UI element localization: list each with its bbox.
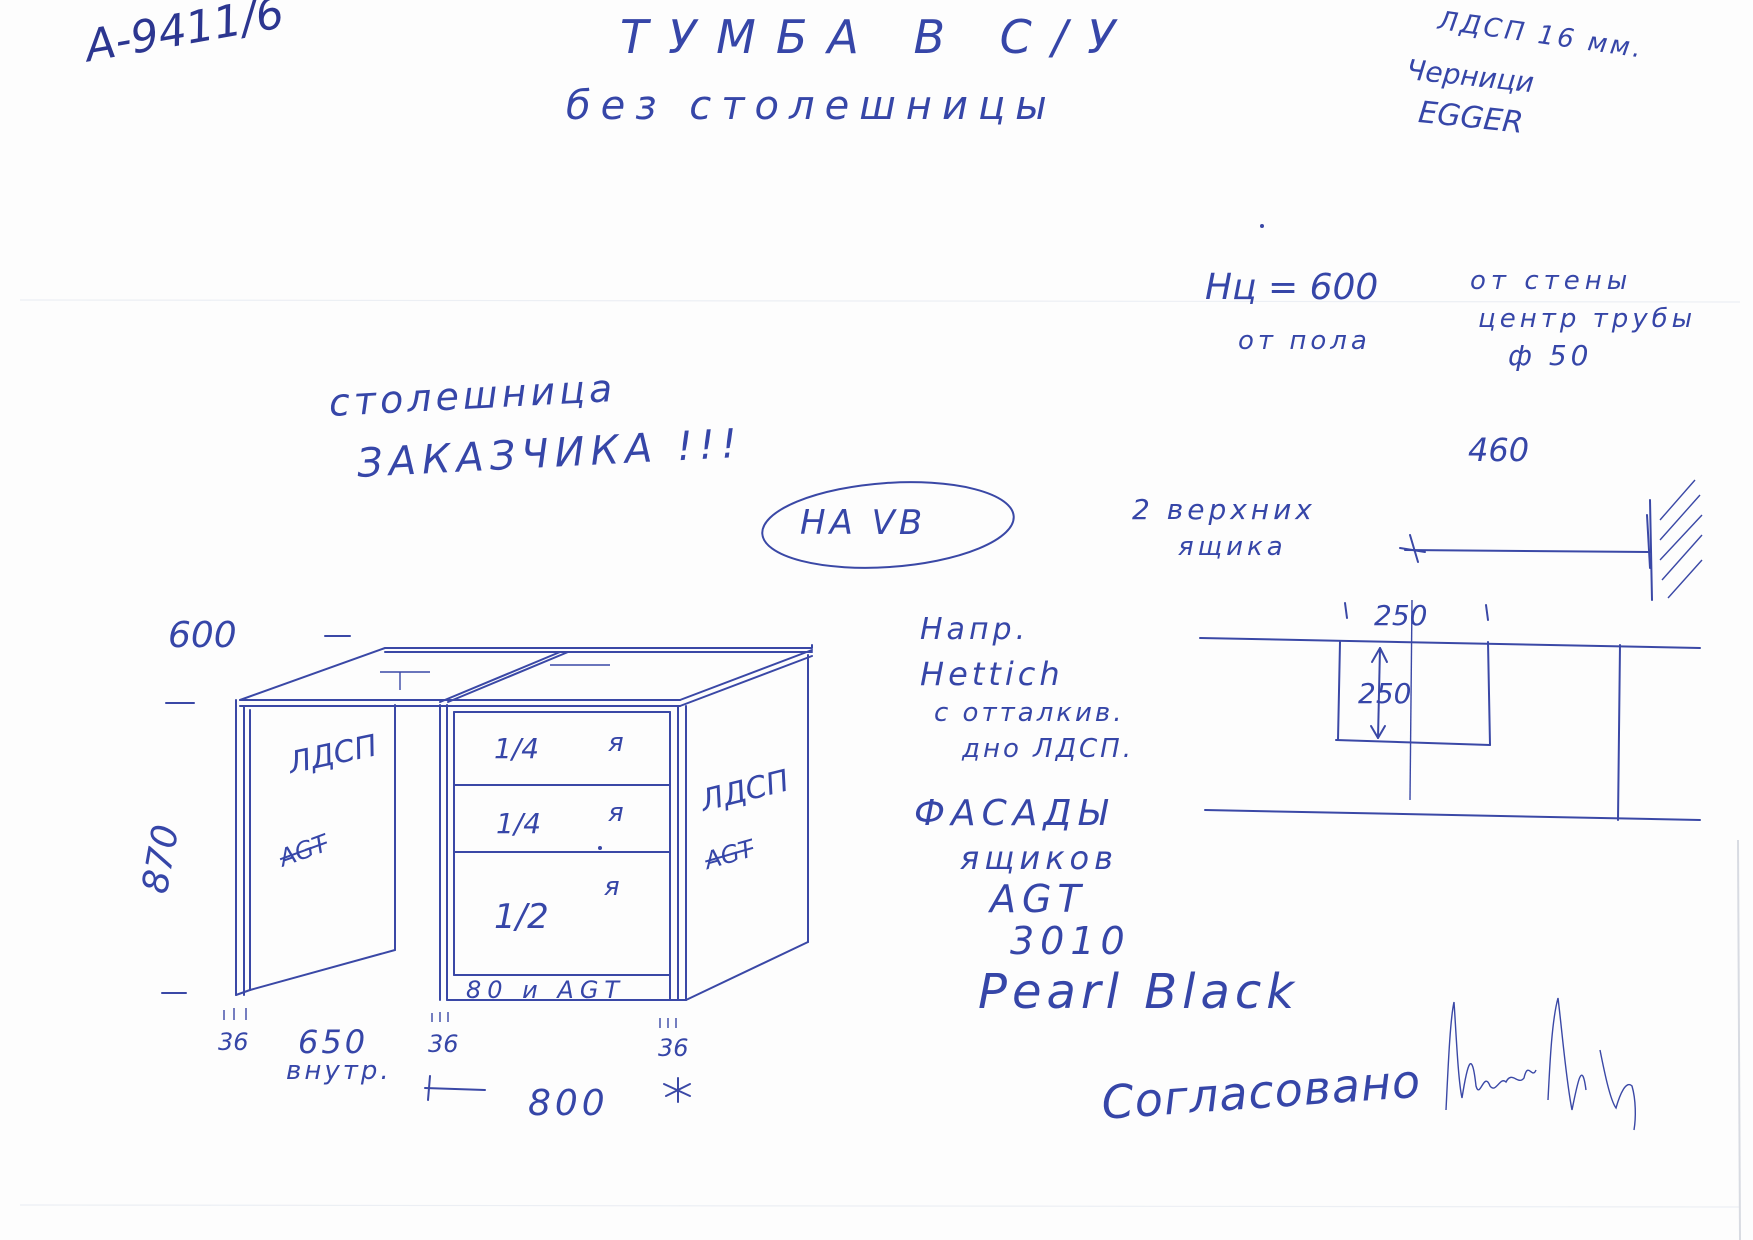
wall-note-line3: ф 50 [1508, 339, 1593, 372]
drawer-1-mark: я [608, 728, 624, 758]
dim-36-mid: 36 [428, 1030, 459, 1058]
plan-sketch [1199, 479, 1703, 821]
sketch-sheet: А-9411/6 ТУМБА В С/У без столешницы ЛДСП… [0, 0, 1753, 1240]
height-note: Нц = 600 [1205, 267, 1379, 308]
wall-note-line1: от стены [1470, 266, 1633, 296]
plinth-label: 80 и AGT [466, 976, 626, 1004]
hettich-note-line2: Hettich [920, 655, 1064, 693]
page-subtitle: без столешницы [566, 83, 1057, 129]
facade-note-line2: ящиков [960, 839, 1118, 877]
dim-250-width: 250 [1374, 599, 1428, 632]
hettich-note-line1: Напр. [920, 612, 1030, 647]
drawer-2-frac: 1/4 [496, 807, 542, 840]
drawers-note-line1: 2 верхних [1132, 493, 1316, 526]
facade-note-line4: 3010 [1010, 919, 1131, 963]
facade-note-line5: Pearl Black [978, 964, 1300, 1020]
facade-note-line3: AGT [990, 877, 1087, 921]
drawer-3-mark: я [604, 872, 620, 902]
height-note-sub: от пола [1238, 326, 1371, 356]
drawer-3-frac: 1/2 [494, 897, 549, 937]
dim-650-sub: внутр. [286, 1056, 392, 1086]
facade-note-line1: ФАСАДЫ [914, 793, 1113, 834]
hettich-note-line3: с отталкив. [934, 698, 1125, 728]
drawer-2-mark: я [608, 798, 624, 828]
dim-250-height: 250 [1358, 677, 1412, 710]
dim-36-right: 36 [658, 1034, 689, 1062]
hettich-note-line4: дно ЛДСП. [962, 734, 1134, 764]
page-title: ТУМБА В С/У [620, 10, 1136, 64]
dim-36-left: 36 [218, 1028, 249, 1056]
drawers-note-line2: ящика [1178, 532, 1287, 562]
dim-800: 800 [528, 1083, 609, 1124]
drawer-1-frac: 1/4 [494, 732, 540, 765]
dim-650: 650 [298, 1023, 369, 1061]
dim-depth: 600 [168, 615, 237, 656]
dim-460: 460 [1468, 431, 1530, 469]
signature [1445, 997, 1637, 1131]
wall-note-line2: центр трубы [1478, 304, 1697, 334]
vb-note: НА VB [800, 503, 927, 543]
